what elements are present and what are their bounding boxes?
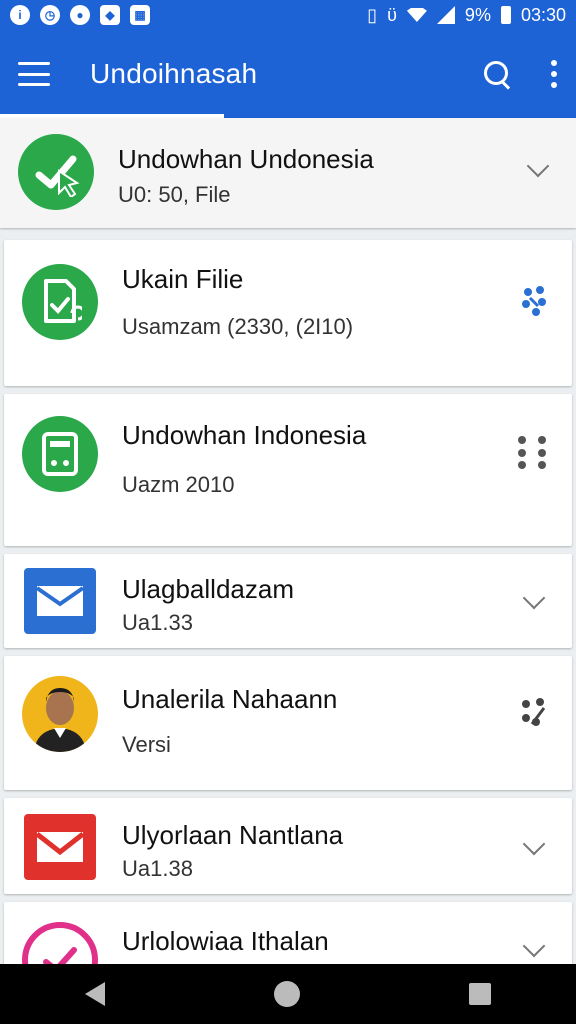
back-icon[interactable] — [84, 982, 105, 1006]
item-subtitle: Ua1.38 — [122, 856, 193, 881]
list-item[interactable]: Ulyorlaan Nantlana Ua1.38 — [4, 798, 572, 894]
sync-icon: ϋ — [387, 4, 397, 25]
chevron-down-icon[interactable] — [526, 154, 550, 178]
drag-handle-icon[interactable] — [520, 696, 550, 730]
mail-icon — [24, 568, 96, 634]
app-title: Undoihnasah — [90, 58, 258, 89]
item-subtitle: Usamzam (2330, (2I10) — [122, 314, 354, 339]
item-subtitle: Versi — [122, 732, 171, 757]
recent-apps-icon[interactable] — [469, 983, 492, 1005]
drag-handle-icon[interactable] — [518, 436, 548, 470]
item-title: Undowhan Undonesia — [118, 144, 374, 174]
list-item[interactable]: Ukain Filie Usamzam (2330, (2I10) — [4, 240, 572, 386]
sim-icon: i — [10, 5, 30, 25]
item-title: Urlolowiaa Ithalan — [122, 926, 329, 956]
mail-icon — [24, 814, 96, 880]
item-subtitle: Ua1.33 — [122, 610, 193, 635]
signal-icon — [436, 6, 455, 24]
checkmark-cursor-icon — [18, 134, 94, 210]
grid-notification-icon: ▦ — [130, 5, 150, 25]
app-notification-icon: ◆ — [100, 5, 120, 25]
item-subtitle: U0: 50, File — [118, 182, 231, 207]
app-bar: Undoihnasah — [0, 30, 576, 118]
item-title: Ulagballdazam — [122, 574, 294, 604]
list-item[interactable]: Ulagballdazam Ua1.33 — [4, 554, 572, 648]
system-navigation-bar — [0, 964, 576, 1024]
item-subtitle: Uazm 2010 — [122, 472, 235, 497]
clock: 03:30 — [520, 4, 566, 25]
chevron-down-icon[interactable] — [522, 934, 546, 958]
home-icon[interactable] — [273, 981, 300, 1007]
chevron-down-icon[interactable] — [522, 832, 546, 856]
chevron-down-icon[interactable] — [522, 586, 546, 610]
avatar — [22, 676, 98, 752]
battery-percent: % — [474, 4, 491, 25]
battery-level: 9 — [464, 4, 475, 25]
item-title: Unalerila Nahaann — [122, 684, 338, 714]
list-item[interactable]: Undowhan Indonesia Uazm 2010 — [4, 394, 572, 546]
chat-icon: ● — [70, 5, 90, 25]
drag-handle-icon[interactable] — [520, 284, 550, 318]
vibrate-icon: ▯ — [367, 4, 378, 25]
alarm-icon: ◷ — [40, 5, 60, 25]
battery-icon — [500, 6, 511, 24]
notification-icons: i ◷ ● ◆ ▦ — [10, 5, 150, 25]
overflow-menu-icon[interactable] — [550, 60, 558, 88]
status-bar: i ◷ ● ◆ ▦ ▯ ϋ 9% 03:30 — [0, 0, 576, 30]
list-item[interactable]: Undowhan Undonesia U0: 50, File — [0, 118, 576, 228]
document-check-icon — [22, 264, 98, 340]
system-icons: ▯ ϋ 9% 03:30 — [367, 5, 566, 26]
calculator-icon — [22, 416, 98, 492]
list-item[interactable]: Urlolowiaa Ithalan — [4, 902, 572, 972]
list-item[interactable]: Unalerila Nahaann Versi — [4, 656, 572, 790]
item-title: Ulyorlaan Nantlana — [122, 820, 344, 850]
search-icon[interactable] — [484, 61, 510, 87]
hamburger-menu-icon[interactable] — [18, 62, 50, 86]
wifi-icon — [406, 8, 427, 22]
item-title: Undowhan Indonesia — [122, 420, 367, 450]
item-title: Ukain Filie — [122, 264, 244, 294]
